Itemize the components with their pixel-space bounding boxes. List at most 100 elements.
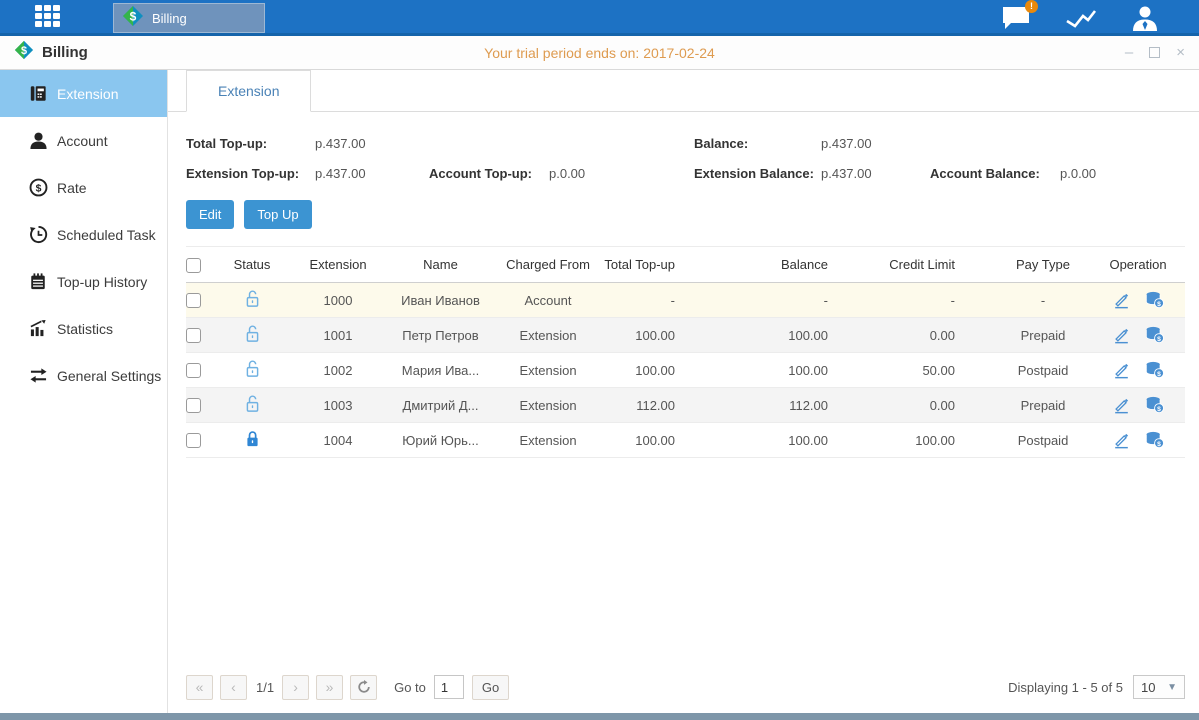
user-icon[interactable] xyxy=(1131,5,1159,31)
top-up-button[interactable]: Top Up xyxy=(244,200,311,229)
last-page-button[interactable]: » xyxy=(316,675,343,700)
general-settings-icon xyxy=(28,366,48,386)
cell-extension: 1001 xyxy=(288,328,388,343)
first-page-button[interactable]: « xyxy=(186,675,213,700)
cell-total-topup: - xyxy=(603,293,723,308)
sidebar-item-top-up-history[interactable]: Top-up History xyxy=(0,258,167,305)
sidebar-item-label: Scheduled Task xyxy=(57,227,156,243)
row-checkbox[interactable] xyxy=(186,433,201,448)
account-icon xyxy=(28,131,48,151)
row-checkbox[interactable] xyxy=(186,363,201,378)
cell-credit-limit: - xyxy=(863,293,993,308)
chevron-down-icon: ▼ xyxy=(1167,682,1177,693)
apps-grid-icon[interactable] xyxy=(35,5,69,29)
table-header-row: Status Extension Name Charged From Total… xyxy=(186,246,1185,283)
cell-name: Мария Ива... xyxy=(388,363,493,378)
sidebar-item-general-settings[interactable]: General Settings xyxy=(0,352,167,399)
account-balance-value: p.0.00 xyxy=(1060,166,1096,181)
sidebar-item-extension[interactable]: Extension xyxy=(0,70,167,117)
cell-charged-from: Extension xyxy=(493,398,603,413)
goto-page-input[interactable] xyxy=(434,675,464,699)
sidebar-item-label: Extension xyxy=(57,86,118,102)
row-checkbox[interactable] xyxy=(186,293,201,308)
total-topup-label: Total Top-up: xyxy=(186,136,315,151)
goto-label: Go to xyxy=(394,680,426,695)
go-button[interactable]: Go xyxy=(472,675,509,700)
cell-credit-limit: 0.00 xyxy=(863,398,993,413)
sidebar-item-label: Account xyxy=(57,133,108,149)
topup-coins-icon[interactable]: $ xyxy=(1145,396,1165,414)
sidebar-item-statistics[interactable]: Statistics xyxy=(0,305,167,352)
refresh-icon[interactable] xyxy=(350,675,377,700)
cell-total-topup: 112.00 xyxy=(603,398,723,413)
topup-coins-icon[interactable]: $ xyxy=(1145,361,1165,379)
col-extension: Extension xyxy=(288,257,388,272)
edit-pencil-icon[interactable] xyxy=(1112,396,1131,414)
cell-balance: 100.00 xyxy=(723,328,863,343)
topup-coins-icon[interactable]: $ xyxy=(1145,291,1165,309)
topup-coins-icon[interactable]: $ xyxy=(1145,431,1165,449)
chat-icon[interactable]: ! xyxy=(1001,5,1031,31)
edit-pencil-icon[interactable] xyxy=(1112,431,1131,449)
select-all-checkbox[interactable] xyxy=(186,258,201,273)
cell-charged-from: Extension xyxy=(493,433,603,448)
page-size-select[interactable]: 10 ▼ xyxy=(1133,675,1185,699)
col-total-topup: Total Top-up xyxy=(603,257,723,272)
cell-extension: 1003 xyxy=(288,398,388,413)
cell-balance: - xyxy=(723,293,863,308)
cell-balance: 112.00 xyxy=(723,398,863,413)
notification-badge: ! xyxy=(1025,0,1038,13)
row-checkbox[interactable] xyxy=(186,328,201,343)
svg-text:$: $ xyxy=(1157,406,1161,413)
svg-text:$: $ xyxy=(21,45,27,57)
window-title-bar: $ Billing Your trial period ends on: 201… xyxy=(0,36,1199,70)
cell-total-topup: 100.00 xyxy=(603,328,723,343)
sidebar-item-rate[interactable]: $Rate xyxy=(0,164,167,211)
page-indicator: 1/1 xyxy=(256,680,274,695)
extension-balance-value: p.437.00 xyxy=(821,166,930,181)
taskbar-strip xyxy=(0,713,1199,720)
table-row: 1001Петр ПетровExtension100.00100.000.00… xyxy=(186,318,1185,353)
prev-page-button[interactable]: ‹ xyxy=(220,675,247,700)
cell-charged-from: Extension xyxy=(493,363,603,378)
row-checkbox[interactable] xyxy=(186,398,201,413)
col-credit-limit: Credit Limit xyxy=(863,257,993,272)
tab-extension[interactable]: Extension xyxy=(186,70,311,112)
trial-message: Your trial period ends on: 2017-02-24 xyxy=(0,45,1199,61)
maximize-icon[interactable] xyxy=(1149,47,1160,58)
edit-pencil-icon[interactable] xyxy=(1112,326,1131,344)
account-topup-label: Account Top-up: xyxy=(429,166,549,181)
chart-icon[interactable] xyxy=(1065,6,1097,30)
edit-button[interactable]: Edit xyxy=(186,200,234,229)
cell-credit-limit: 0.00 xyxy=(863,328,993,343)
table-row: 1000Иван ИвановAccount----$ xyxy=(186,283,1185,318)
cell-total-topup: 100.00 xyxy=(603,433,723,448)
cell-name: Иван Иванов xyxy=(388,293,493,308)
lock-open-icon xyxy=(244,359,261,378)
topup-coins-icon[interactable]: $ xyxy=(1145,326,1165,344)
billing-task-tab[interactable]: $ Billing xyxy=(113,3,265,33)
cell-credit-limit: 100.00 xyxy=(863,433,993,448)
edit-pencil-icon[interactable] xyxy=(1112,291,1131,309)
edit-pencil-icon[interactable] xyxy=(1112,361,1131,379)
close-icon[interactable]: × xyxy=(1176,46,1185,60)
lock-open-icon xyxy=(244,324,261,343)
extension-icon xyxy=(28,84,48,104)
lock-open-icon xyxy=(244,289,261,308)
table-row: 1003Дмитрий Д...Extension112.00112.000.0… xyxy=(186,388,1185,423)
table-row: 1002Мария Ива...Extension100.00100.0050.… xyxy=(186,353,1185,388)
extension-topup-value: p.437.00 xyxy=(315,166,429,181)
sidebar-item-scheduled-task[interactable]: Scheduled Task xyxy=(0,211,167,258)
tab-strip: Extension xyxy=(168,70,1199,112)
cell-name: Петр Петров xyxy=(388,328,493,343)
svg-text:$: $ xyxy=(1157,301,1161,308)
sidebar-item-label: General Settings xyxy=(57,368,161,384)
scheduled-task-icon xyxy=(28,225,48,245)
cell-pay-type: - xyxy=(993,293,1093,308)
next-page-button[interactable]: › xyxy=(282,675,309,700)
svg-text:$: $ xyxy=(1157,371,1161,378)
svg-text:$: $ xyxy=(1157,441,1161,448)
task-tab-label: Billing xyxy=(152,11,187,26)
minimize-icon[interactable]: – xyxy=(1125,46,1133,60)
sidebar-item-account[interactable]: Account xyxy=(0,117,167,164)
